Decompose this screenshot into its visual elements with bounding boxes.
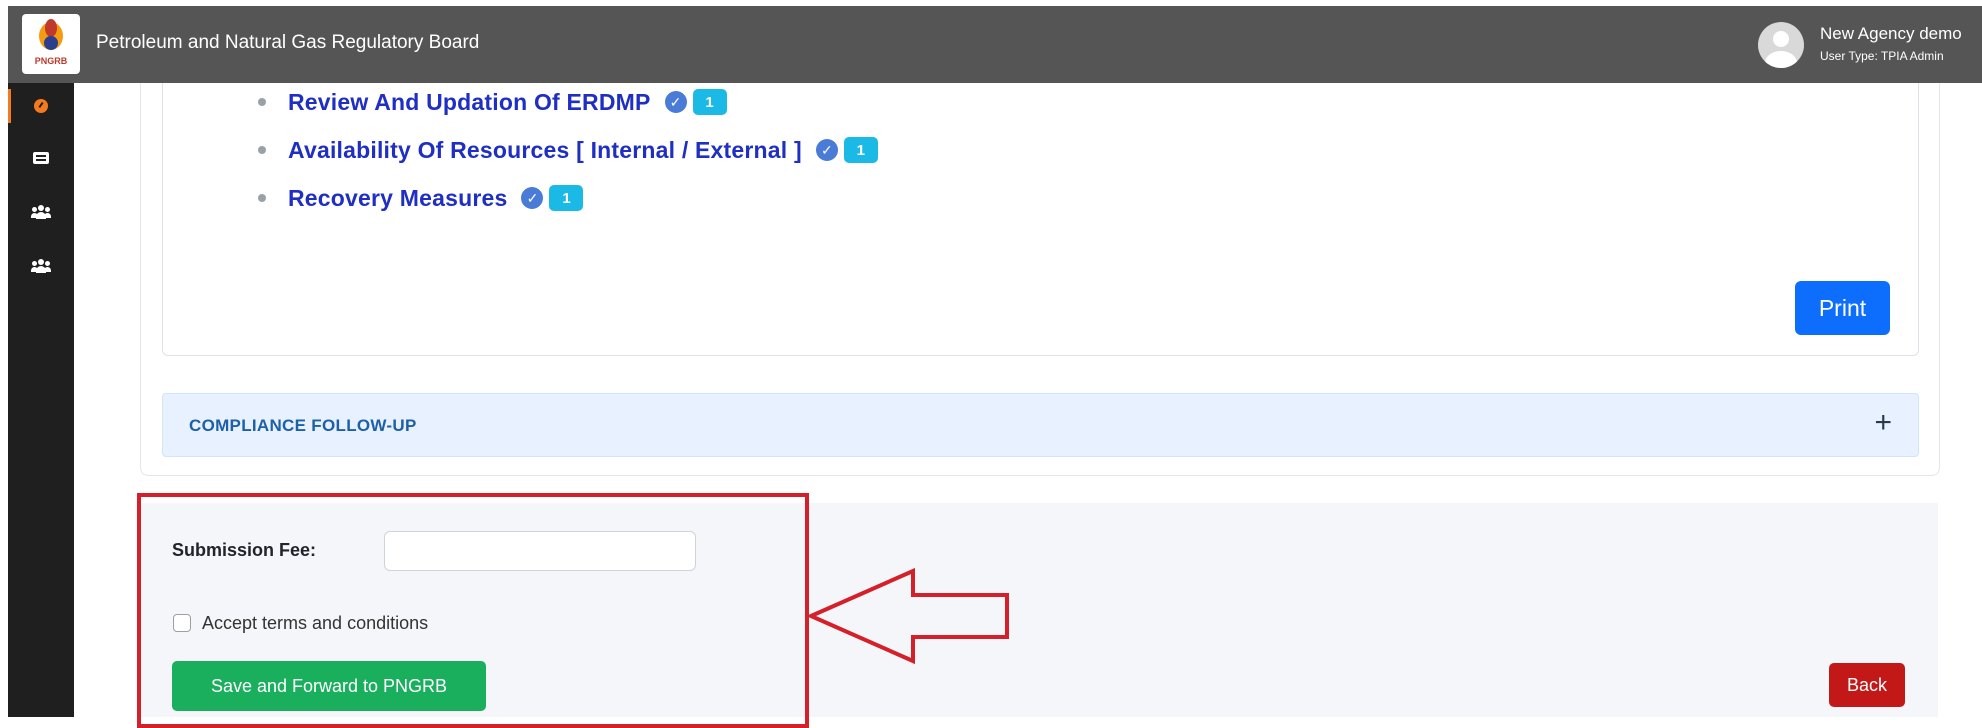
compliance-accordion-header[interactable]: COMPLIANCE FOLLOW-UP + xyxy=(162,393,1919,457)
sidebar-item-users[interactable] xyxy=(8,189,74,235)
user-name[interactable]: New Agency demo xyxy=(1820,24,1962,44)
users-icon xyxy=(31,259,51,273)
annotation-highlight-box xyxy=(137,493,809,728)
section-link[interactable]: Review And Updation Of ERDMP xyxy=(288,89,651,116)
compliance-title: COMPLIANCE FOLLOW-UP xyxy=(189,416,417,435)
expand-plus-icon[interactable]: + xyxy=(1874,406,1892,440)
user-type: User Type: TPIA Admin xyxy=(1820,49,1944,63)
print-button[interactable]: Print xyxy=(1795,281,1890,335)
verified-check-icon: ✓ xyxy=(815,139,838,161)
sidebar-item-list[interactable] xyxy=(8,135,74,181)
top-header: PNGRB Petroleum and Natural Gas Regulato… xyxy=(8,6,1982,83)
bullet-icon xyxy=(258,98,266,106)
section-link[interactable]: Recovery Measures xyxy=(288,185,507,212)
sidebar xyxy=(8,83,74,717)
bullet-icon xyxy=(258,194,266,202)
list-item: Recovery Measures ✓ 1 xyxy=(258,180,584,216)
bullet-icon xyxy=(258,146,266,154)
count-badge: 1 xyxy=(549,185,584,211)
back-button[interactable]: Back xyxy=(1829,663,1905,707)
list-icon xyxy=(33,152,49,164)
pngrb-logo[interactable]: PNGRB xyxy=(22,14,80,74)
sidebar-item-agencies[interactable] xyxy=(8,243,74,289)
user-avatar[interactable] xyxy=(1758,22,1804,68)
users-icon xyxy=(31,205,51,219)
verified-check-icon: ✓ xyxy=(664,91,687,113)
count-badge: 1 xyxy=(692,89,727,115)
app-title: Petroleum and Natural Gas Regulatory Boa… xyxy=(96,32,480,53)
dashboard-icon xyxy=(34,99,48,113)
annotation-arrow-icon xyxy=(806,568,1009,665)
logo-text: PNGRB xyxy=(34,56,68,66)
list-item: Review And Updation Of ERDMP ✓ 1 xyxy=(258,84,727,120)
count-badge: 1 xyxy=(843,137,878,163)
sidebar-item-dashboard[interactable] xyxy=(8,83,74,129)
sections-card xyxy=(162,83,1919,356)
section-link[interactable]: Availability Of Resources [ Internal / E… xyxy=(288,137,802,164)
list-item: Availability Of Resources [ Internal / E… xyxy=(258,132,878,168)
verified-check-icon: ✓ xyxy=(521,187,544,209)
